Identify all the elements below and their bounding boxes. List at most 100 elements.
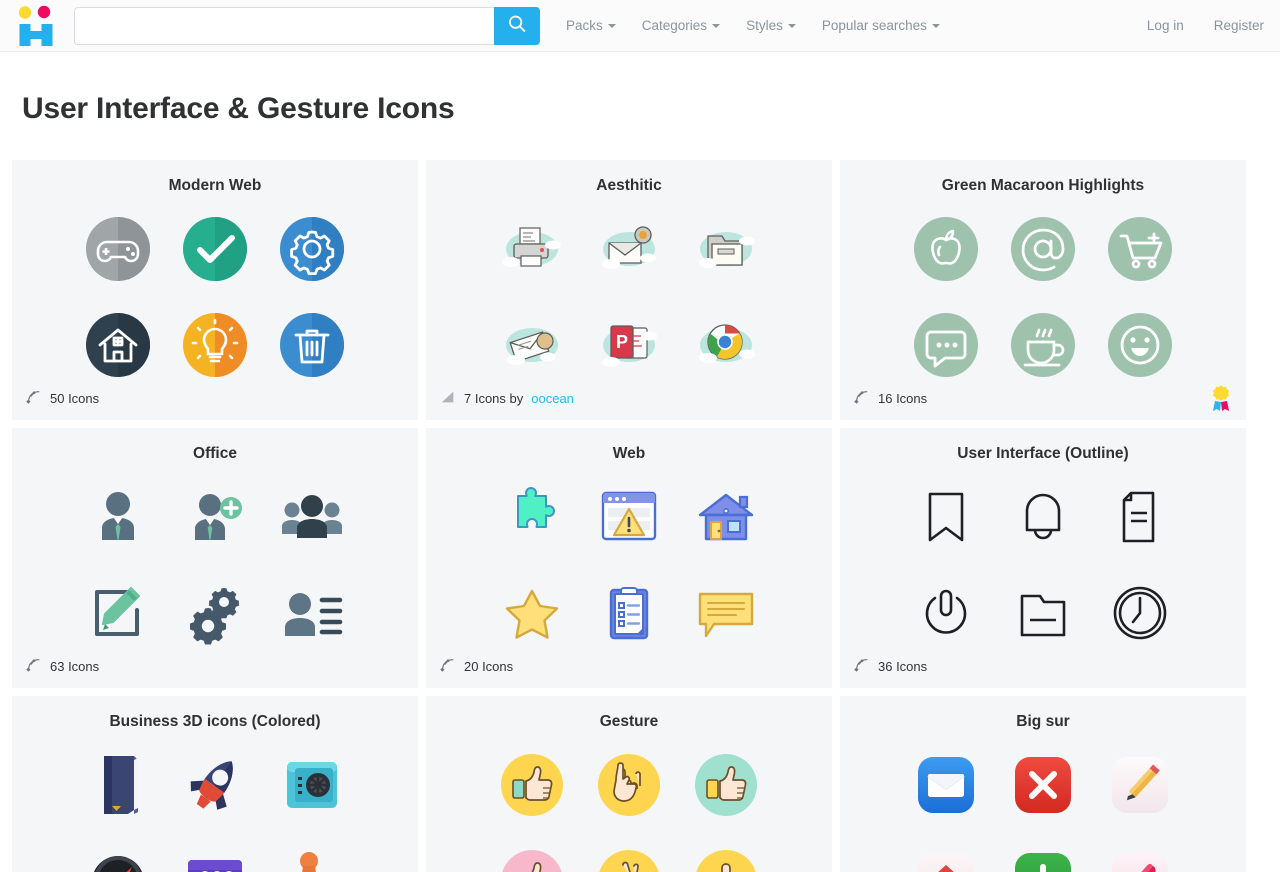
search-button[interactable]: [494, 6, 540, 45]
chevron-down-icon: [712, 23, 721, 28]
chevron-down-icon: [607, 23, 616, 28]
login-link[interactable]: Log in: [1147, 18, 1184, 33]
thumbs-up-teal-icon: [687, 746, 765, 824]
pack-card-business-3d-icons[interactable]: Business 3D icons (Colored): [12, 696, 418, 872]
pack-title: Big sur: [1016, 713, 1070, 731]
mail-cloud-icon: [590, 210, 668, 288]
pack-title: User Interface (Outline): [957, 445, 1129, 463]
pack-footer: 50 Icons: [26, 389, 99, 408]
pack-preview-icons: [840, 732, 1246, 872]
puzzle-piece-icon: [493, 478, 571, 556]
add-user-icon: [176, 478, 254, 556]
coffee-cup-icon: [1004, 306, 1082, 384]
pack-preview-icons: [840, 464, 1246, 652]
user-list-icon: [273, 574, 351, 652]
nav-item-packs[interactable]: Packs: [566, 18, 616, 33]
search-bar[interactable]: [74, 6, 540, 45]
register-link[interactable]: Register: [1214, 18, 1264, 33]
mail-app-icon: [907, 746, 985, 824]
edit-note-icon: [79, 574, 157, 652]
pack-card-user-interface-outline[interactable]: User Interface (Outline) 36 Icons: [840, 428, 1246, 689]
award-badge-icon: [1208, 384, 1234, 414]
book-3d-icon: [79, 746, 157, 824]
thumbs-up-yellow-icon: [493, 746, 571, 824]
pack-title: Web: [612, 445, 646, 463]
bell-outline-icon: [1004, 478, 1082, 556]
pack-title: Modern Web: [168, 177, 262, 195]
pack-preview-icons: [12, 732, 418, 872]
search-icon: [506, 13, 528, 38]
pack-card-modern-web[interactable]: Modern Web 50 Icons: [12, 160, 418, 421]
search-input[interactable]: [74, 6, 494, 45]
browser-warning-icon: [590, 478, 668, 556]
svg-text:P: P: [616, 332, 628, 352]
main-nav: Packs Categories Styles Popular searches: [566, 18, 940, 33]
add-app-icon: [1004, 842, 1082, 872]
shopping-cart-icon: [1101, 210, 1179, 288]
bezier-path-icon: [26, 389, 42, 408]
middle-finger-icon: [687, 842, 765, 872]
bezier-path-icon: [854, 657, 870, 676]
chrome-cloud-icon: [687, 306, 765, 384]
clock-outline-icon: [1101, 574, 1179, 652]
pack-card-gesture[interactable]: Gesture: [426, 696, 832, 872]
home-icon: [79, 306, 157, 384]
group-users-icon: [273, 478, 351, 556]
businessman-icon: [79, 478, 157, 556]
pack-preview-icons: [12, 196, 418, 384]
nav-label: Categories: [641, 18, 708, 33]
pack-icon-count: 36 Icons: [878, 659, 928, 675]
pack-card-green-macaroon-highlights[interactable]: Green Macaroon Highlights 16 Icons: [840, 160, 1246, 421]
pack-card-big-sur[interactable]: Big sur: [840, 696, 1246, 872]
bezier-path-icon: [854, 389, 870, 408]
pack-preview-icons: [12, 464, 418, 652]
pack-title: Gesture: [599, 713, 659, 731]
compass-3d-icon: [79, 842, 157, 872]
nav-item-categories[interactable]: Categories: [641, 18, 721, 33]
gear-icon: [273, 210, 351, 288]
chat-3d-icon: [176, 842, 254, 872]
pack-footer: 20 Icons: [440, 657, 513, 676]
pack-footer: 36 Icons: [854, 657, 927, 676]
pack-preview-icons: P: [426, 196, 832, 384]
nav-item-styles[interactable]: Styles: [746, 18, 796, 33]
close-app-icon: [1004, 746, 1082, 824]
nav-label: Styles: [746, 18, 783, 33]
chevron-down-icon: [931, 23, 940, 28]
flaticon-logo[interactable]: [14, 4, 58, 48]
pack-author-link[interactable]: oocean: [531, 391, 574, 406]
pack-title: Aesthitic: [596, 177, 662, 195]
gradient-triangle-icon: [440, 389, 456, 408]
thumbs-up-pink-icon: [493, 842, 571, 872]
pack-preview-icons: [840, 196, 1246, 384]
marker-app-icon: [1101, 842, 1179, 872]
powerpoint-cloud-icon: P: [590, 306, 668, 384]
bezier-path-icon: [440, 657, 456, 676]
document-outline-icon: [1101, 478, 1179, 556]
pack-card-web[interactable]: Web 20 Icons: [426, 428, 832, 689]
clipboard-list-icon: [590, 574, 668, 652]
nav-label: Popular searches: [821, 18, 927, 33]
pack-card-aesthitic[interactable]: Aesthitic P 7 Icons by oocean: [426, 160, 832, 421]
folder-outline-icon: [1004, 574, 1082, 652]
safe-3d-icon: [273, 746, 351, 824]
pack-card-office[interactable]: Office 63 Icons: [12, 428, 418, 689]
nav-item-popular-searches[interactable]: Popular searches: [822, 18, 940, 33]
at-sign-icon: [1004, 210, 1082, 288]
pencil-app-icon: [1101, 746, 1179, 824]
folder-cloud-icon: [687, 210, 765, 288]
pack-title: Office: [193, 445, 237, 463]
house-icon: [687, 478, 765, 556]
rock-horns-icon: [590, 746, 668, 824]
stamp-approved-3d-icon: [273, 842, 351, 872]
pack-preview-icons: [426, 732, 832, 872]
star-icon: [493, 574, 571, 652]
icon-pack-grid: Modern Web 50 Icons Aesthitic P 7 Icons …: [0, 160, 1280, 872]
pack-icon-count: 63 Icons: [50, 659, 100, 675]
apple-icon: [907, 210, 985, 288]
speech-bubble-icon: [687, 574, 765, 652]
chevron-down-icon: [787, 23, 796, 28]
smiley-face-icon: [1101, 306, 1179, 384]
settings-gears-icon: [176, 574, 254, 652]
chat-bubble-icon: [907, 306, 985, 384]
